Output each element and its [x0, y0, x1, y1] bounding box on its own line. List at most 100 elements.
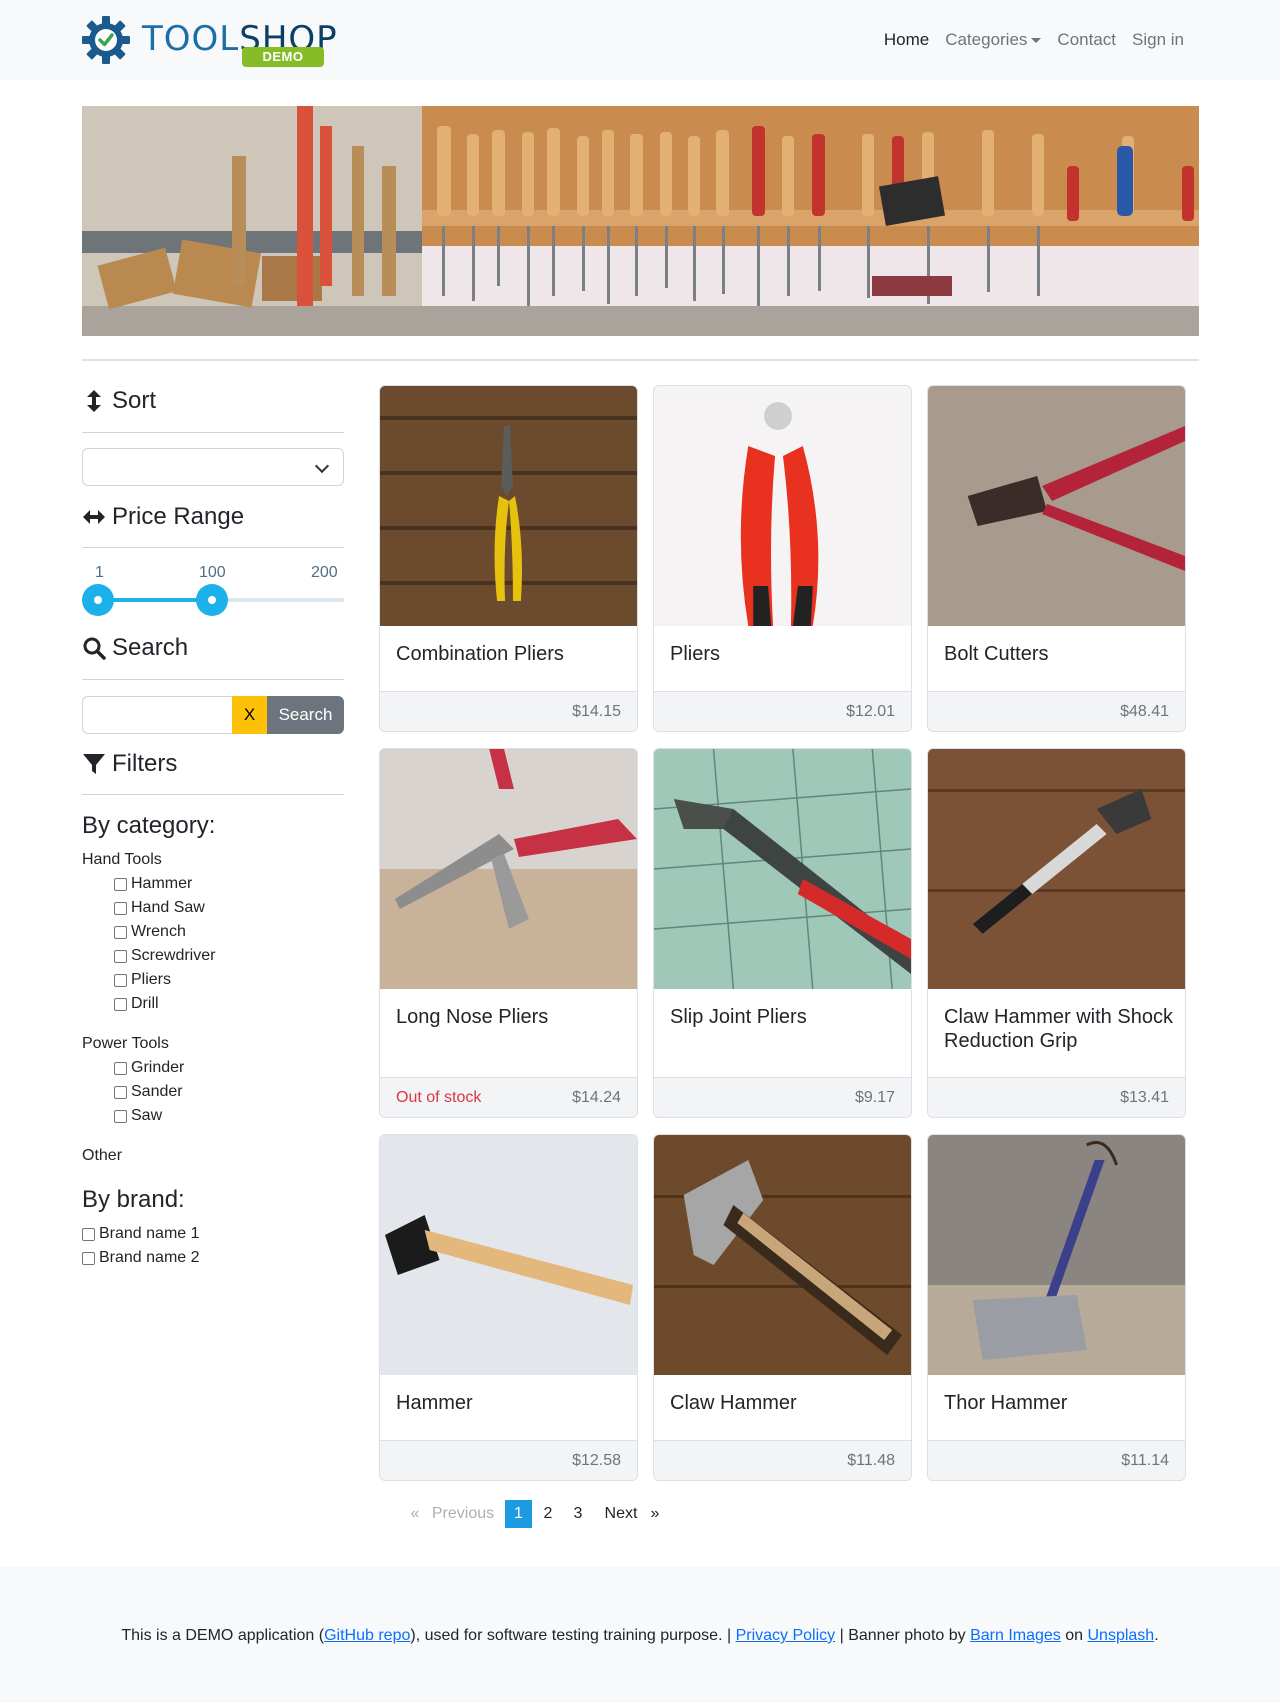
unsplash-link[interactable]: Unsplash	[1087, 1627, 1154, 1644]
product-card-footer: $13.41	[928, 1077, 1185, 1117]
footer: This is a DEMO application (GitHub repo)…	[0, 1567, 1280, 1703]
checkbox[interactable]	[114, 901, 127, 915]
filter-checkbox-wrench[interactable]: Wrench	[114, 923, 186, 941]
checkbox[interactable]	[82, 1251, 95, 1265]
nav-sign-in[interactable]: Sign in	[1124, 30, 1192, 50]
product-image-bolt-cutters	[928, 386, 1185, 626]
filter-checkbox-drill[interactable]: Drill	[114, 995, 159, 1013]
price-range-max-handle[interactable]	[196, 584, 228, 616]
checkbox[interactable]	[114, 925, 127, 939]
checkbox[interactable]	[114, 1085, 127, 1099]
checkbox-label: Hammer	[131, 875, 193, 892]
search-input[interactable]	[82, 696, 232, 734]
product-card-footer: $11.14	[928, 1440, 1185, 1480]
pagination-next-icon[interactable]: »	[646, 1500, 664, 1528]
checkbox[interactable]	[114, 997, 127, 1011]
footer-text-part: This is a DEMO application (	[121, 1627, 325, 1644]
checkbox[interactable]	[114, 949, 127, 963]
checkbox[interactable]	[114, 877, 127, 891]
product-price: $14.15	[572, 703, 621, 720]
nav-contact[interactable]: Contact	[1049, 30, 1124, 50]
checkbox-label: Hand Saw	[131, 899, 205, 916]
filter-checkbox-sander[interactable]: Sander	[114, 1083, 183, 1101]
nav-categories[interactable]: Categories	[937, 30, 1049, 50]
filter-checkbox-pliers[interactable]: Pliers	[114, 971, 171, 989]
price-range-min-handle[interactable]	[82, 584, 114, 616]
demo-badge: DEMO	[242, 47, 324, 67]
search-clear-button[interactable]: X	[232, 696, 267, 734]
search-submit-button[interactable]: Search	[267, 696, 344, 734]
product-name: Claw Hammer	[670, 1392, 797, 1414]
product-image-claw-hammer	[654, 1135, 911, 1375]
checkbox[interactable]	[114, 973, 127, 987]
filter-checkbox-hand-saw[interactable]: Hand Saw	[114, 899, 205, 917]
pagination-page-2[interactable]: 2	[535, 1500, 561, 1528]
filter-checkbox-saw[interactable]: Saw	[114, 1107, 162, 1125]
filter-checkbox-screwdriver[interactable]: Screwdriver	[114, 947, 215, 965]
pagination-page-1[interactable]: 1	[505, 1500, 532, 1528]
filter-checkbox-hammer[interactable]: Hammer	[114, 875, 192, 893]
filter-checkbox-brand-2[interactable]: Brand name 2	[82, 1249, 200, 1267]
checkbox-label: Wrench	[131, 923, 186, 940]
checkbox-label: Brand name 2	[99, 1249, 200, 1266]
product-image-hammer	[380, 1135, 637, 1375]
caret-down-icon	[1031, 38, 1042, 44]
footer-text-part: | Banner photo by	[835, 1627, 971, 1644]
pagination-page-3[interactable]: 3	[565, 1500, 591, 1528]
checkbox[interactable]	[114, 1109, 127, 1123]
github-repo-link[interactable]: GitHub repo	[324, 1627, 410, 1644]
filter-checkbox-grinder[interactable]: Grinder	[114, 1059, 184, 1077]
product-card[interactable]: Pliers $12.01	[653, 385, 912, 732]
product-card[interactable]: Combination Pliers $14.15	[379, 385, 638, 732]
footer-text: This is a DEMO application (GitHub repo)…	[0, 1627, 1280, 1645]
product-card[interactable]: Slip Joint Pliers $9.17	[653, 748, 912, 1118]
toolshop-logo[interactable]: TOOLSHOP DEMO	[80, 12, 337, 68]
product-name: Hammer	[396, 1392, 473, 1414]
checkbox[interactable]	[82, 1227, 95, 1241]
product-card[interactable]: Bolt Cutters $48.41	[927, 385, 1186, 732]
pagination-next[interactable]: Next	[600, 1500, 642, 1528]
product-image-long-nose-pliers	[380, 749, 637, 989]
sort-arrows-icon	[87, 390, 101, 412]
sort-select[interactable]	[82, 448, 344, 486]
product-name: Long Nose Pliers	[396, 1006, 549, 1028]
price-range-fill	[98, 598, 212, 602]
product-price: $11.48	[847, 1452, 895, 1469]
checkbox[interactable]	[114, 1061, 127, 1075]
product-card-footer: $9.17	[654, 1077, 911, 1117]
product-price: $12.01	[846, 703, 895, 720]
product-name: Bolt Cutters	[944, 643, 1049, 665]
product-price: $12.58	[572, 1452, 621, 1469]
section-divider	[82, 359, 1199, 361]
gear-check-icon	[82, 16, 130, 64]
product-card[interactable]: Thor Hammer $11.14	[927, 1134, 1186, 1481]
barn-images-link[interactable]: Barn Images	[970, 1627, 1061, 1644]
product-card[interactable]: Long Nose Pliers Out of stock $14.24	[379, 748, 638, 1118]
price-range-max-label: 200	[311, 564, 338, 581]
search-divider	[82, 679, 344, 680]
checkbox-label: Screwdriver	[131, 947, 216, 964]
product-card[interactable]: Claw Hammer $11.48	[653, 1134, 912, 1481]
product-card-footer: $11.48	[654, 1440, 911, 1480]
nav-home[interactable]: Home	[876, 30, 937, 50]
product-image-claw-hammer-shock-grip	[928, 749, 1185, 989]
navbar: TOOLSHOP DEMO Home Categories Contact Si…	[0, 0, 1280, 80]
price-range-divider	[82, 547, 344, 548]
sort-divider	[82, 432, 344, 433]
product-name: Claw Hammer with Shock Reduction Grip	[944, 1006, 1173, 1052]
checkbox-label: Drill	[131, 995, 159, 1012]
by-category-heading: By category:	[82, 812, 216, 839]
search-heading: Search	[82, 634, 188, 662]
price-range-value-label: 100	[199, 564, 226, 581]
product-image-pliers	[654, 386, 911, 626]
by-brand-heading: By brand:	[82, 1186, 185, 1213]
product-name: Pliers	[670, 643, 721, 665]
product-card-footer: $12.58	[380, 1440, 637, 1480]
checkbox-label: Grinder	[131, 1059, 185, 1076]
category-group-hand-tools: Hand Tools	[82, 851, 162, 868]
filter-checkbox-brand-1[interactable]: Brand name 1	[82, 1225, 200, 1243]
product-card[interactable]: Claw Hammer with Shock Reduction Grip $1…	[927, 748, 1186, 1118]
privacy-policy-link[interactable]: Privacy Policy	[736, 1627, 836, 1644]
product-card[interactable]: Hammer $12.58	[379, 1134, 638, 1481]
pagination-previous: Previous	[431, 1505, 495, 1522]
